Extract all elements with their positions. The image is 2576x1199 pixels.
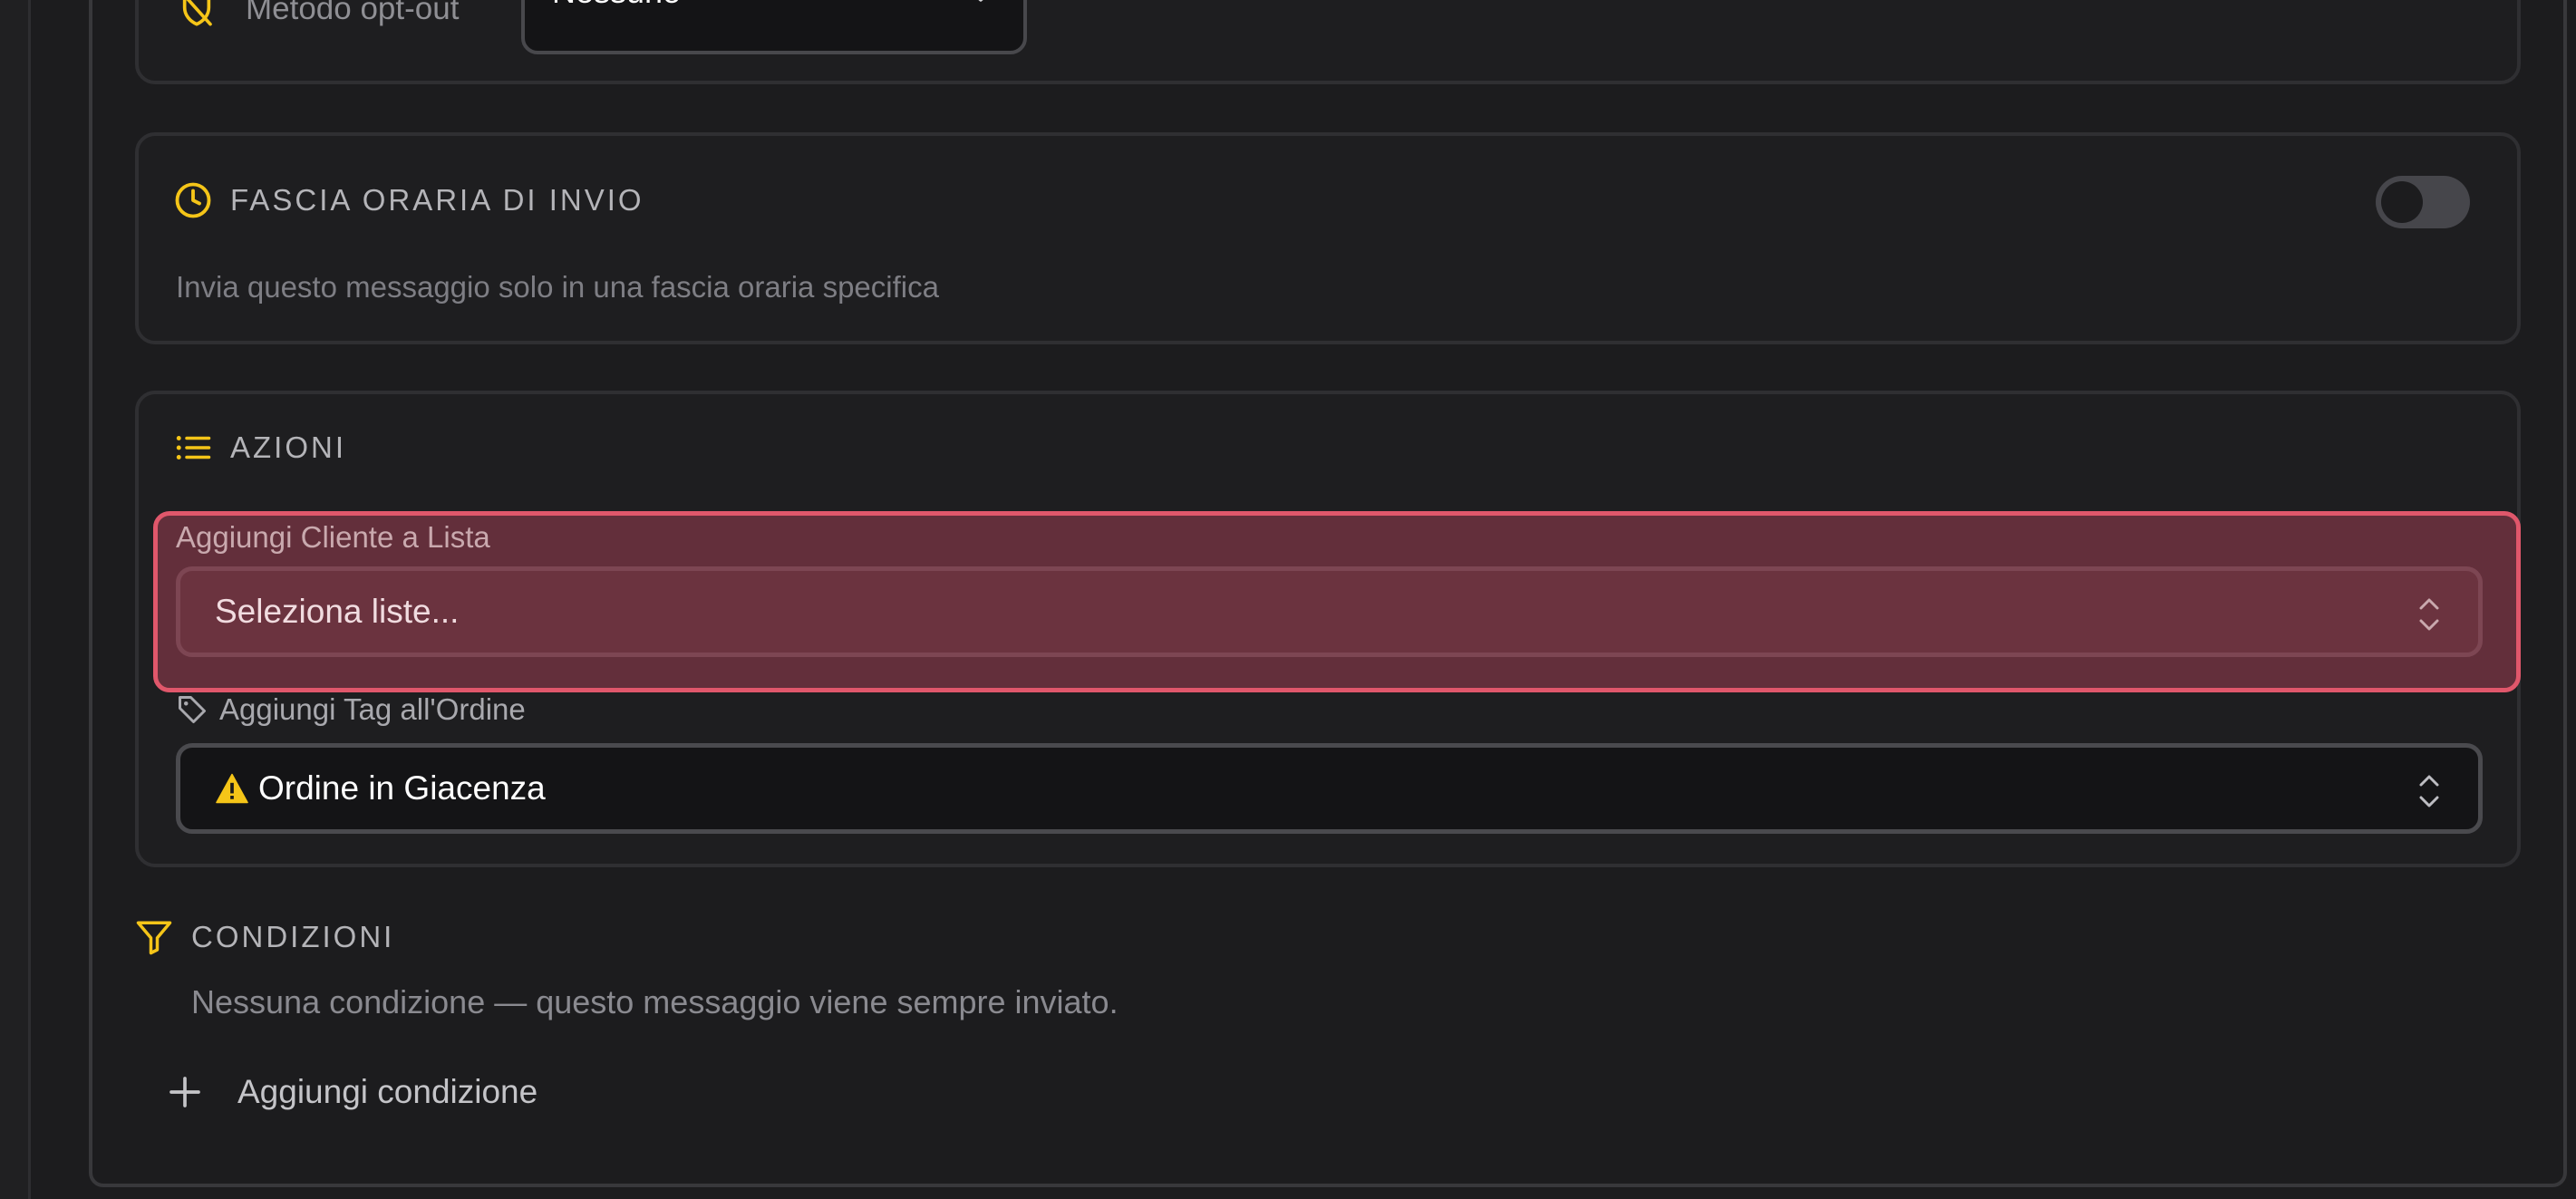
optout-label: Metodo opt-out	[246, 0, 460, 26]
add-condition-label: Aggiungi condizione	[237, 1073, 538, 1110]
warning-icon	[215, 773, 249, 804]
add-to-list-select[interactable]: Seleziona liste...	[176, 566, 2483, 657]
add-tag-value-text: Ordine in Giacenza	[258, 769, 546, 807]
add-tag-label-row: Aggiungi Tag all'Ordine	[176, 692, 526, 727]
shield-off-icon	[179, 0, 215, 29]
add-to-list-label: Aggiungi Cliente a Lista	[176, 520, 490, 554]
add-to-list-placeholder: Seleziona liste...	[215, 593, 460, 630]
optout-row: Metodo opt-out	[179, 0, 459, 29]
fascia-oraria-toggle[interactable]	[2376, 176, 2470, 228]
fascia-oraria-card: FASCIA ORARIA DI INVIO Invia questo mess…	[135, 132, 2521, 344]
optout-card: Metodo opt-out Nessuno	[135, 0, 2521, 84]
chevron-up-down-icon	[2416, 595, 2442, 634]
clock-icon	[174, 181, 212, 219]
left-rail	[0, 0, 31, 1199]
condizioni-header: CONDIZIONI	[135, 918, 394, 956]
optout-select-value: Nessuno	[552, 0, 681, 11]
condizioni-title: CONDIZIONI	[191, 920, 395, 953]
list-icon	[174, 431, 212, 464]
fascia-oraria-description: Invia questo messaggio solo in una fasci…	[176, 270, 939, 304]
chevron-up-down-icon	[2416, 771, 2442, 811]
chevron-down-icon	[965, 0, 996, 4]
plus-icon	[167, 1074, 203, 1110]
toggle-knob	[2381, 181, 2423, 223]
add-tag-value: Ordine in Giacenza	[215, 769, 546, 807]
fascia-oraria-title: FASCIA ORARIA DI INVIO	[230, 183, 644, 217]
optout-select[interactable]: Nessuno	[521, 0, 1027, 54]
add-tag-label: Aggiungi Tag all'Ordine	[219, 692, 526, 726]
fascia-oraria-header: FASCIA ORARIA DI INVIO	[174, 181, 644, 219]
condizioni-empty-text: Nessuna condizione — questo messaggio vi…	[191, 983, 1119, 1020]
add-tag-select[interactable]: Ordine in Giacenza	[176, 743, 2483, 834]
azioni-title: AZIONI	[230, 430, 347, 464]
add-condition-button[interactable]: Aggiungi condizione	[167, 1073, 537, 1111]
filter-icon	[135, 918, 173, 956]
azioni-header: AZIONI	[174, 430, 346, 465]
azioni-card: AZIONI Aggiungi Cliente a Lista Selezion…	[135, 391, 2521, 867]
tag-icon	[176, 693, 208, 726]
